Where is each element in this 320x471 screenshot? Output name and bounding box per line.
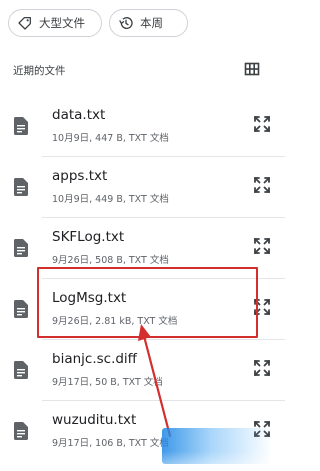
file-meta: 9月26日, 2.81 kB, TXT 文档	[52, 316, 178, 327]
file-row[interactable]: LogMsg.txt 9月26日, 2.81 kB, TXT 文档	[0, 279, 290, 340]
large-files-label: 大型文件	[39, 16, 85, 30]
document-icon	[14, 300, 28, 318]
file-row[interactable]: data.txt 10月9日, 447 B, TXT 文档	[0, 96, 290, 157]
history-icon	[119, 17, 133, 29]
this-week-label: 本周	[140, 16, 163, 30]
expand-icon[interactable]	[252, 358, 272, 378]
file-name: LogMsg.txt	[52, 290, 127, 306]
filter-chips: 大型文件 本周	[8, 9, 188, 37]
file-meta: 10月9日, 449 B, TXT 文档	[52, 194, 169, 205]
file-name: bianjc.sc.diff	[52, 351, 137, 367]
file-meta: 9月17日, 106 B, TXT 文档	[52, 438, 169, 449]
expand-icon[interactable]	[252, 236, 272, 256]
file-meta: 10月9日, 447 B, TXT 文档	[52, 133, 169, 144]
expand-icon[interactable]	[252, 175, 272, 195]
expand-icon[interactable]	[252, 297, 272, 317]
grid-view-button[interactable]	[244, 61, 260, 77]
file-name: SKFLog.txt	[52, 229, 125, 245]
file-name: wuzuditu.txt	[52, 412, 137, 428]
document-icon	[14, 239, 28, 257]
file-meta: 9月17日, 50 B, TXT 文档	[52, 377, 163, 388]
file-row[interactable]: bianjc.sc.diff 9月17日, 50 B, TXT 文档	[0, 340, 290, 401]
tag-icon	[18, 17, 31, 30]
grid-view-icon	[244, 62, 260, 76]
expand-icon[interactable]	[252, 114, 272, 134]
file-row[interactable]: apps.txt 10月9日, 449 B, TXT 文档	[0, 157, 290, 218]
watermark-logo	[162, 428, 272, 464]
file-name: apps.txt	[52, 168, 108, 184]
recent-files-list: data.txt 10月9日, 447 B, TXT 文档 apps.txt 1…	[0, 96, 290, 462]
recent-files-heading: 近期的文件	[13, 65, 66, 77]
file-manager-screen: 大型文件 本周 近期的文件 data.txt 10月9日, 447 B, TXT…	[0, 0, 290, 471]
document-icon	[14, 117, 28, 135]
large-files-chip[interactable]: 大型文件	[8, 9, 102, 37]
file-row[interactable]: SKFLog.txt 9月26日, 508 B, TXT 文档	[0, 218, 290, 279]
file-name: data.txt	[52, 107, 106, 123]
file-meta: 9月26日, 508 B, TXT 文档	[52, 255, 169, 266]
document-icon	[14, 422, 28, 440]
this-week-chip[interactable]: 本周	[109, 9, 188, 37]
document-icon	[14, 178, 28, 196]
document-icon	[14, 361, 28, 379]
